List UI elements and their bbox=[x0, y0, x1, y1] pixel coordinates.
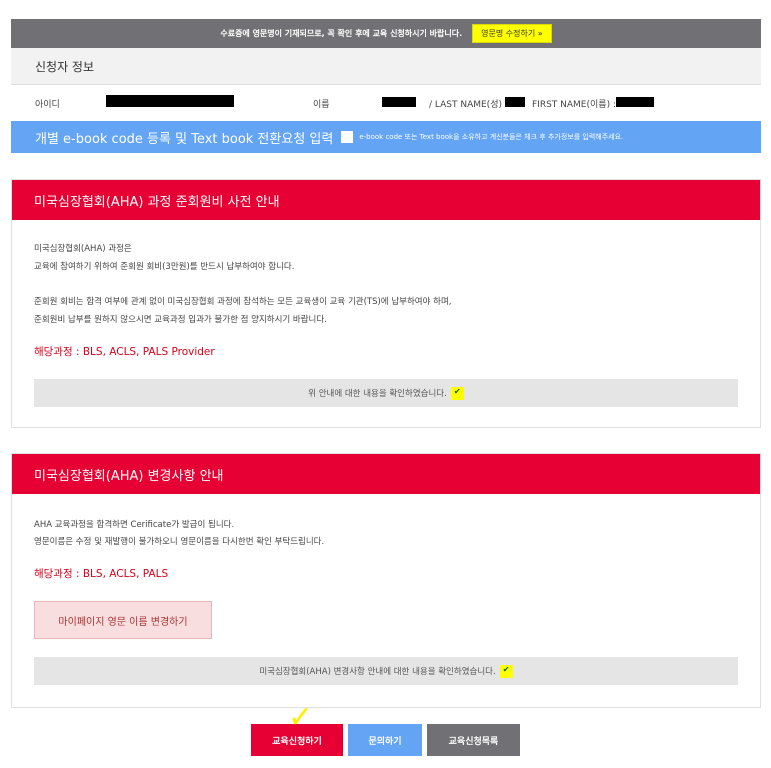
membership-fee-title: 미국심장협회(AHA) 과정 준회원비 사전 안내 bbox=[12, 180, 760, 220]
changes-title: 미국심장협회(AHA) 변경사항 안내 bbox=[12, 454, 760, 494]
ebook-checkbox[interactable] bbox=[341, 131, 354, 143]
section1-line2: 교육에 참여하기 위하여 준회원 회비(3만원)를 반드시 납부하여야 합니다. bbox=[34, 262, 295, 272]
section1-line4: 준회원비 납부를 원하지 않으시면 교육과정 입과가 불가한 점 양지하시기 바… bbox=[34, 315, 327, 325]
last-name-label: / LAST NAME(성) : bbox=[429, 100, 508, 110]
apply-list-button[interactable]: 교육신청목록 bbox=[427, 724, 520, 756]
applicant-info-title: 신청자 정보 bbox=[35, 59, 95, 74]
redacted-name bbox=[382, 97, 416, 107]
redacted-id bbox=[106, 95, 234, 107]
section1-line1: 미국심장협회(AHA) 과정은 bbox=[34, 244, 132, 254]
changes-section: 미국심장협회(AHA) 변경사항 안내 AHA 교육과정을 합격하면 Cerif… bbox=[11, 453, 761, 708]
applicant-info-header: 신청자 정보 bbox=[11, 48, 761, 85]
notice-text: 수료증에 영문명이 기재되므로, 꼭 확인 후에 교육 신청하시기 바랍니다. bbox=[220, 29, 463, 38]
id-label: 아이디 bbox=[35, 100, 60, 110]
section1-line3: 준회원 회비는 합격 여부에 관계 없이 미국심장협회 과정에 참석하는 모든 … bbox=[34, 297, 452, 307]
ebook-note: e-book code 또는 Text book을 소유하고 계신분들은 체크 … bbox=[359, 133, 624, 141]
membership-fee-section: 미국심장협회(AHA) 과정 준회원비 사전 안내 미국심장협회(AHA) 과정… bbox=[11, 179, 761, 428]
section1-confirm-text: 위 안내에 대한 내용을 확인하였습니다. bbox=[308, 389, 447, 399]
notice-bar: 수료증에 영문명이 기재되므로, 꼭 확인 후에 교육 신청하시기 바랍니다. … bbox=[11, 19, 761, 48]
first-name-label: FIRST NAME(이름) : bbox=[532, 100, 616, 110]
section1-courses: 해당과정 : BLS, ACLS, PALS Provider bbox=[34, 346, 215, 358]
section2-confirm-text: 미국심장협회(AHA) 변경사항 안내에 대한 내용을 확인하였습니다. bbox=[259, 667, 496, 677]
apply-button[interactable]: 교육신청하기 bbox=[251, 724, 343, 756]
section2-confirm-bar: 미국심장협회(AHA) 변경사항 안내에 대한 내용을 확인하였습니다. bbox=[34, 657, 738, 685]
section1-confirm-bar: 위 안내에 대한 내용을 확인하였습니다. bbox=[34, 379, 738, 407]
section2-line2: 영문이름은 수정 및 재발행이 불가하오니 영문이름을 다시한번 확인 부탁드립… bbox=[34, 537, 325, 547]
section2-line1: AHA 교육과정을 합격하면 Cerificate가 발급이 됩니다. bbox=[34, 520, 235, 530]
inquiry-button[interactable]: 문의하기 bbox=[348, 724, 422, 756]
ebook-bar: 개별 e-book code 등록 및 Text book 전환요청 입력 e-… bbox=[11, 121, 761, 153]
redacted-first-name bbox=[616, 97, 654, 107]
name-label: 이름 bbox=[313, 100, 330, 110]
section1-confirm-checkbox[interactable] bbox=[450, 386, 464, 400]
redacted-last-name bbox=[505, 97, 525, 107]
ebook-title: 개별 e-book code 등록 및 Text book 전환요청 입력 bbox=[35, 131, 334, 147]
section2-confirm-checkbox[interactable] bbox=[499, 664, 513, 678]
section2-courses: 해당과정 : BLS, ACLS, PALS bbox=[34, 568, 169, 580]
applicant-info-row: 아이디 이름 / LAST NAME(성) : FIRST NAME(이름) : bbox=[11, 85, 761, 119]
mypage-english-name-button[interactable]: 마이페이지 영문 이름 변경하기 bbox=[34, 601, 212, 639]
edit-english-name-button[interactable]: 영문명 수정하기 » bbox=[472, 24, 552, 43]
